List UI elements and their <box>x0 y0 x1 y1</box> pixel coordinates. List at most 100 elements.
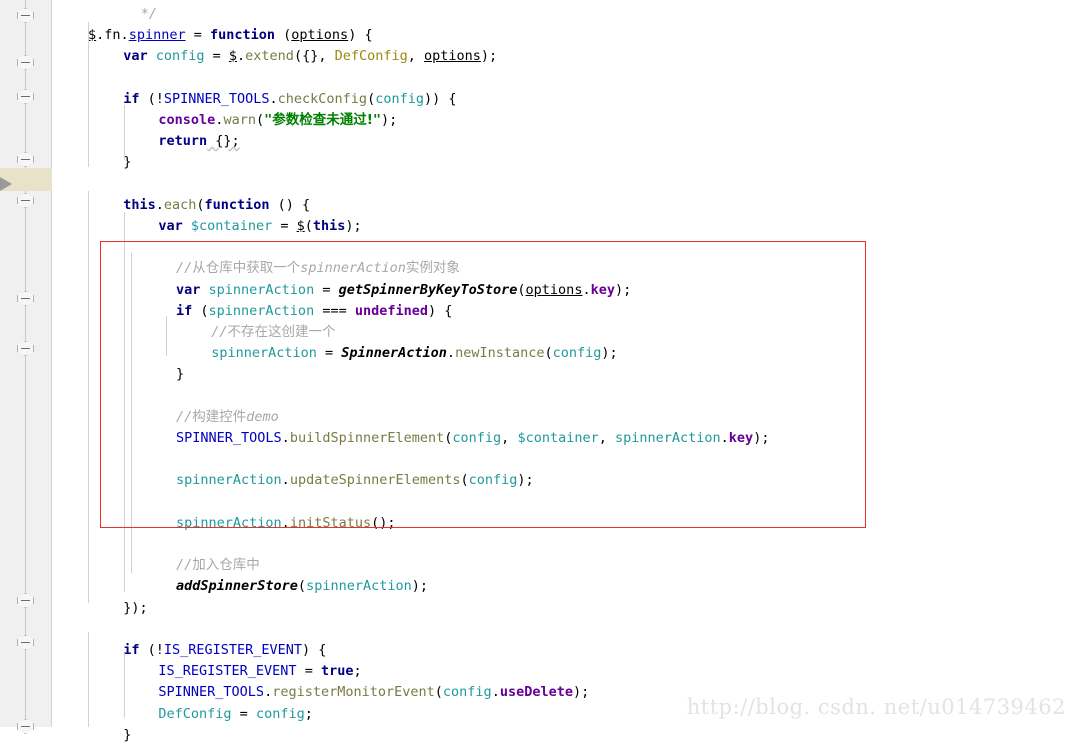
code-line[interactable]: } <box>53 725 1072 746</box>
code-token: IS_REGISTER_EVENT <box>158 663 297 680</box>
code-token: ); <box>345 218 362 234</box>
code-token: this <box>312 218 346 234</box>
code-line[interactable] <box>53 534 1072 555</box>
code-line[interactable]: if (spinnerAction === undefined) { <box>53 301 1072 322</box>
code-line[interactable] <box>53 449 1072 470</box>
code-token: . <box>281 430 290 446</box>
indent-guide <box>166 316 167 356</box>
code-content[interactable]: */$.fn.spinner = function (options) {var… <box>53 0 1072 743</box>
code-token: key <box>590 281 615 298</box>
code-editor[interactable]: */$.fn.spinner = function (options) {var… <box>0 0 1072 743</box>
fold-marker-each-callback[interactable] <box>17 193 34 208</box>
indent-guide <box>131 253 132 573</box>
code-line[interactable]: //构建控件demo <box>53 407 1072 428</box>
fold-marker-if-checkconfig[interactable] <box>17 89 34 104</box>
code-line[interactable] <box>53 492 1072 513</box>
code-line[interactable]: if (!IS_REGISTER_EVENT) { <box>53 640 1072 661</box>
code-token: var <box>158 218 183 234</box>
code-line[interactable]: var spinnerAction = getSpinnerByKeyToSto… <box>53 280 1072 301</box>
code-token: = <box>231 705 256 722</box>
code-token: (); <box>371 514 396 531</box>
code-token: ( <box>460 472 469 489</box>
code-token: checkConfig <box>277 90 368 107</box>
indent-guide <box>88 191 89 603</box>
code-line[interactable] <box>53 174 1072 195</box>
code-token: , <box>598 430 615 446</box>
code-token: key <box>728 430 754 446</box>
code-line[interactable] <box>53 237 1072 258</box>
watermark-url: http://blog. csdn. net/u014739462 <box>686 695 1066 719</box>
code-line[interactable]: if (!SPINNER_TOOLS.checkConfig(config)) … <box>53 89 1072 110</box>
code-line[interactable]: */ <box>53 4 1072 25</box>
code-token: 构建控件 <box>192 408 247 425</box>
code-line[interactable]: IS_REGISTER_EVENT = true; <box>53 661 1072 682</box>
code-token: options <box>424 48 481 65</box>
fold-marker-inner-block[interactable] <box>17 341 34 356</box>
code-token: // <box>176 557 193 574</box>
code-token: ( <box>297 578 307 595</box>
code-line[interactable]: spinnerAction.updateSpinnerElements(conf… <box>53 470 1072 491</box>
code-token: $ <box>296 218 305 234</box>
code-token: . <box>720 430 729 446</box>
code-line[interactable]: $.fn.spinner = function (options) { <box>53 25 1072 46</box>
code-line[interactable]: //加入仓库中 <box>53 555 1072 576</box>
code-token: $container <box>517 430 599 446</box>
code-token: ( <box>255 112 265 128</box>
code-line[interactable]: return {}; <box>53 131 1072 152</box>
code-token: DefConfig <box>158 705 232 722</box>
code-token: (! <box>139 90 164 107</box>
code-token: } <box>176 366 185 383</box>
code-token: function <box>204 196 270 213</box>
editor-gutter[interactable] <box>0 0 52 734</box>
code-line[interactable]: var $container = $(this); <box>53 216 1072 237</box>
code-line[interactable]: }); <box>53 598 1072 619</box>
fold-marker-this-each[interactable] <box>17 152 34 167</box>
code-token: spinner <box>128 27 186 44</box>
code-line[interactable]: SPINNER_TOOLS.buildSpinnerElement(config… <box>53 428 1072 449</box>
code-line[interactable] <box>53 386 1072 407</box>
code-token: DefConfig <box>334 48 408 65</box>
code-line[interactable]: console.warn("参数检查未通过!"); <box>53 110 1072 131</box>
code-line[interactable]: //不存在这创建一个 <box>53 322 1072 343</box>
code-line[interactable]: } <box>53 152 1072 173</box>
code-token: () { <box>269 196 311 213</box>
code-token: spinnerAction <box>208 281 315 298</box>
code-token: config <box>442 684 492 701</box>
fold-marker-comment-block[interactable] <box>17 8 34 23</box>
code-token: */ <box>140 6 158 22</box>
code-token: ( <box>275 27 292 44</box>
fold-marker-if-undefined[interactable] <box>17 291 34 306</box>
code-token: . <box>491 684 500 701</box>
code-line[interactable]: this.each(function () { <box>53 195 1072 216</box>
fold-marker-register-body[interactable] <box>17 635 34 650</box>
code-token: IS_REGISTER_EVENT <box>163 642 303 658</box>
code-token: . <box>155 196 164 213</box>
code-line[interactable]: } <box>53 364 1072 385</box>
code-token: options <box>291 27 349 44</box>
code-token: 加入仓库中 <box>192 557 260 574</box>
code-token: if <box>123 90 140 107</box>
code-token: spinnerAction <box>300 260 406 277</box>
code-token: updateSpinnerElements <box>289 472 461 489</box>
code-token: ) { <box>348 27 373 44</box>
code-line[interactable]: var config = $.extend({}, DefConfig, opt… <box>53 46 1072 67</box>
gutter-fold-rail <box>25 0 26 727</box>
fold-marker-if-register-event[interactable] <box>17 593 34 608</box>
code-token: config <box>255 705 305 722</box>
code-token: config <box>155 48 205 65</box>
code-token: ; <box>304 705 313 722</box>
code-token: ({}, <box>293 48 335 65</box>
code-line[interactable]: spinnerAction = SpinnerAction.newInstanc… <box>53 343 1072 364</box>
code-line[interactable]: addSpinnerStore(spinnerAction); <box>53 576 1072 597</box>
code-line[interactable] <box>53 619 1072 640</box>
code-line[interactable]: //从仓库中获取一个spinnerAction实例对象 <box>53 258 1072 279</box>
code-token: useDelete <box>499 684 573 701</box>
code-line[interactable]: spinnerAction.initStatus(); <box>53 513 1072 534</box>
code-token: $ <box>88 27 97 44</box>
code-token: $container <box>190 218 273 234</box>
fold-marker-spinner-function[interactable] <box>17 55 34 70</box>
code-line[interactable] <box>53 68 1072 89</box>
code-token: . <box>582 281 591 298</box>
code-token: ( <box>517 281 526 298</box>
